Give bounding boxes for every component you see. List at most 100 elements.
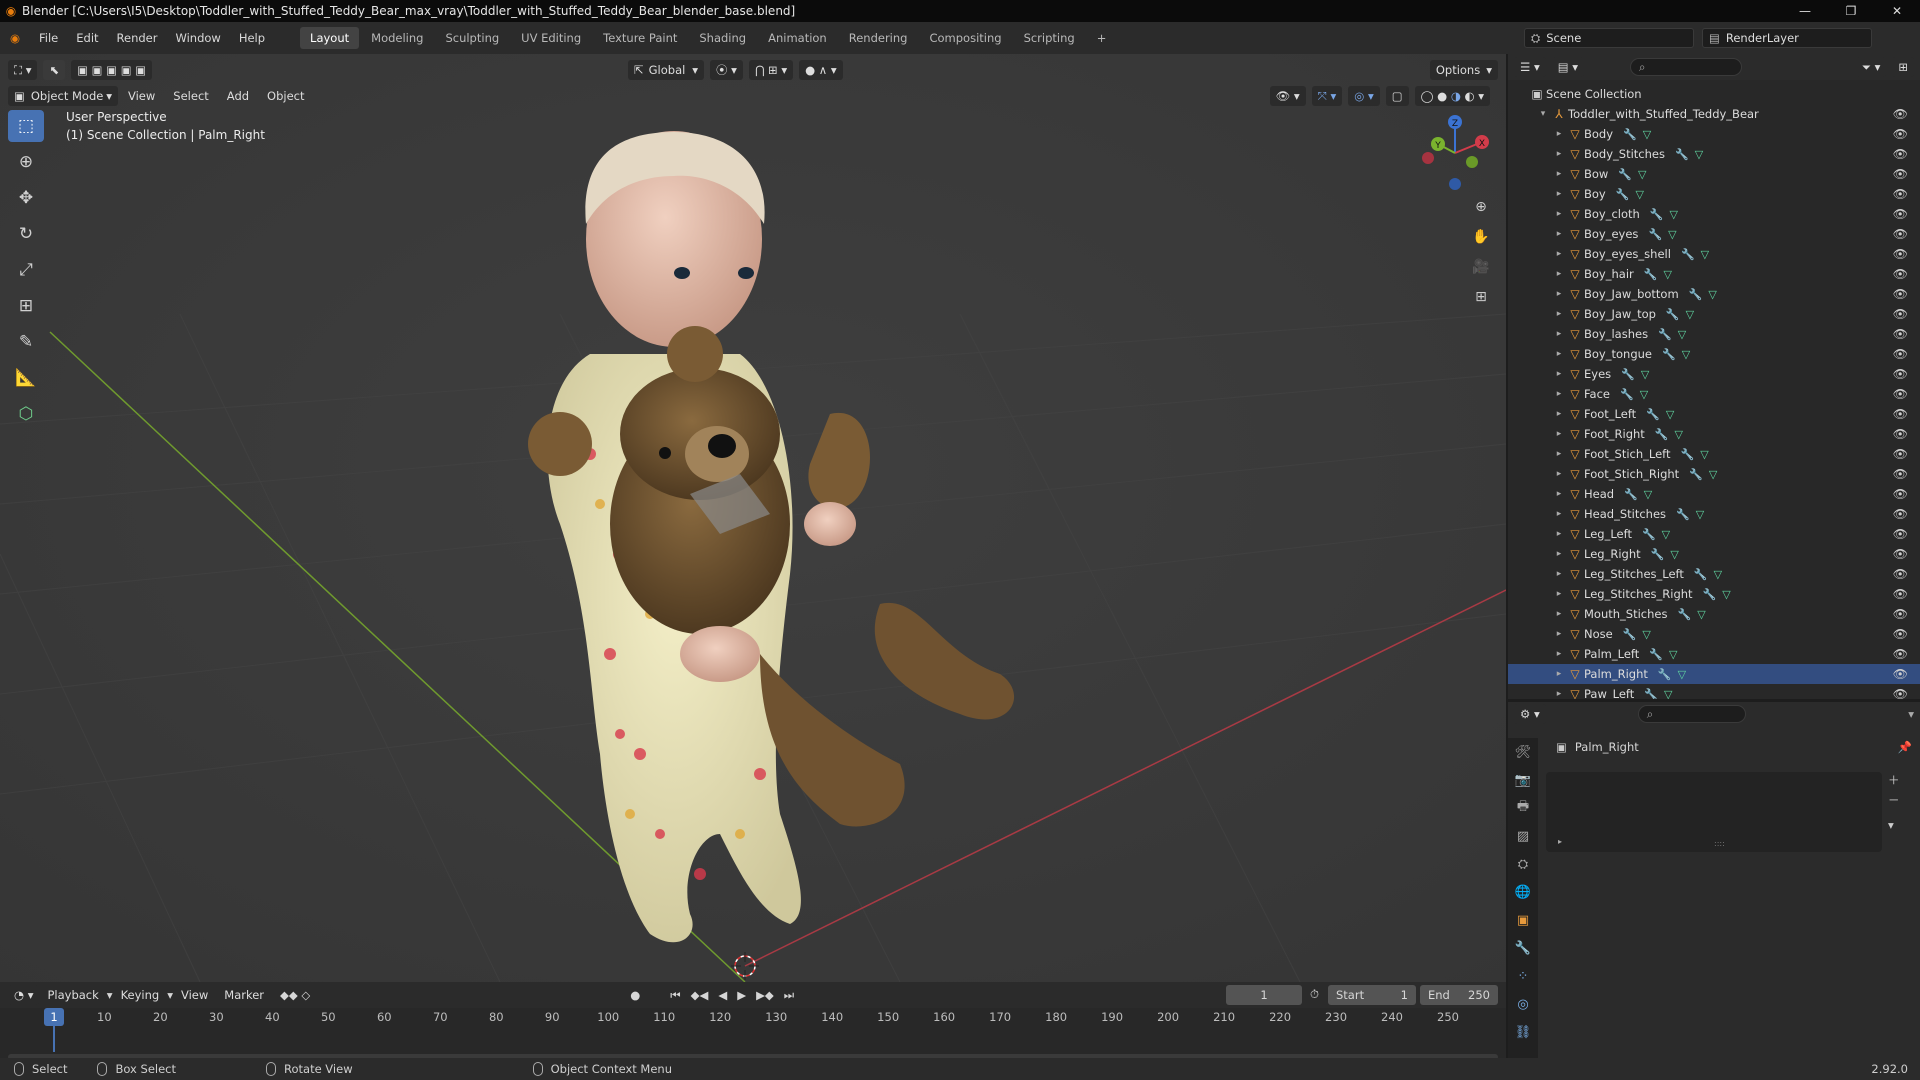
expand-triangle-icon[interactable]: ▸ <box>1552 489 1566 499</box>
tab-world[interactable]: 🌐 <box>1508 878 1538 906</box>
start-frame-field[interactable]: Start 1 <box>1328 985 1416 1005</box>
mesh-data-icon[interactable]: ▽ <box>1678 668 1686 681</box>
expand-triangle-icon[interactable]: ▸ <box>1552 289 1566 299</box>
select-tool-button[interactable]: ⬉ <box>43 60 66 80</box>
select-box-tool[interactable]: ⬚ <box>8 110 44 142</box>
navigation-gizmo[interactable]: Z X Y <box>1410 108 1500 198</box>
expand-triangle-icon[interactable]: ▸ <box>1552 549 1566 559</box>
tab-tool[interactable]: 🛠 <box>1508 738 1538 766</box>
tab-particles[interactable]: ⁘ <box>1508 962 1538 990</box>
modifier-wrench-icon[interactable]: 🔧 <box>1620 388 1634 401</box>
tab-modeling[interactable]: Modeling <box>361 27 433 49</box>
tab-compositing[interactable]: Compositing <box>919 27 1011 49</box>
eye-icon[interactable]: 👁 <box>1893 167 1908 181</box>
overlays-button[interactable]: ◎ ▾ <box>1348 86 1380 106</box>
expand-triangle-icon[interactable]: ▸ <box>1552 569 1566 579</box>
keyframe-icon[interactable]: ◆◆ ◇ <box>280 988 310 1002</box>
eye-icon[interactable]: 👁 <box>1893 267 1908 281</box>
cursor-tool[interactable]: ⊕ <box>8 146 44 178</box>
expand-triangle-icon[interactable]: ▸ <box>1558 837 1562 846</box>
outliner-item[interactable]: ▸ ▽ Palm_Right 🔧 ▽ 👁 <box>1508 664 1920 684</box>
expand-triangle-icon[interactable]: ▸ <box>1552 449 1566 459</box>
expand-triangle-icon[interactable]: ▸ <box>1552 269 1566 279</box>
menu-edit[interactable]: Edit <box>67 27 107 49</box>
mesh-data-icon[interactable]: ▽ <box>1670 548 1678 561</box>
outliner-item[interactable]: ▸ ▽ Boy_Jaw_bottom 🔧 ▽ 👁 <box>1508 284 1920 304</box>
eye-icon[interactable]: 👁 <box>1893 647 1908 661</box>
expand-triangle-icon[interactable]: ▸ <box>1552 669 1566 679</box>
properties-search-field[interactable]: ⌕ <box>1637 705 1746 723</box>
modifier-wrench-icon[interactable]: 🔧 <box>1644 268 1658 281</box>
modifier-wrench-icon[interactable]: 🔧 <box>1648 228 1662 241</box>
add-workspace-button[interactable]: + <box>1087 27 1117 49</box>
properties-editor-type[interactable]: ⚙ ▾ <box>1514 704 1546 724</box>
expand-triangle-icon[interactable]: ▸ <box>1552 209 1566 219</box>
tab-shading[interactable]: Shading <box>689 27 756 49</box>
mesh-data-icon[interactable]: ▽ <box>1701 248 1709 261</box>
add-slot-button[interactable]: ＋ <box>1888 772 1900 788</box>
expand-triangle-icon[interactable]: ▸ <box>1552 609 1566 619</box>
outliner-item[interactable]: ▸ ▽ Boy_Jaw_top 🔧 ▽ 👁 <box>1508 304 1920 324</box>
eye-icon[interactable]: 👁 <box>1893 587 1908 601</box>
outliner-item[interactable]: ▸ ▽ Leg_Right 🔧 ▽ 👁 <box>1508 544 1920 564</box>
menu-window[interactable]: Window <box>166 27 229 49</box>
menu-add[interactable]: Add <box>219 86 257 106</box>
mesh-data-icon[interactable]: ▽ <box>1686 308 1694 321</box>
move-tool[interactable]: ✥ <box>8 182 44 214</box>
modifier-wrench-icon[interactable]: 🔧 <box>1676 508 1690 521</box>
tab-modifiers[interactable]: 🔧 <box>1508 934 1538 962</box>
modifier-wrench-icon[interactable]: 🔧 <box>1681 248 1695 261</box>
pan-button[interactable]: ✋ <box>1468 224 1494 250</box>
menu-keying[interactable]: Keying <box>113 985 168 1005</box>
scale-tool[interactable]: ⤢ <box>8 254 44 286</box>
mesh-data-icon[interactable]: ▽ <box>1641 368 1649 381</box>
stopwatch-icon[interactable]: ⏱ <box>1310 987 1319 1002</box>
snap-button[interactable]: ⋂ ⊞ ▾ <box>748 60 794 80</box>
outliner-item[interactable]: ▸ ▽ Paw_Left 🔧 ▽ 👁 <box>1508 684 1920 699</box>
timeline-track[interactable]: 10 20 30 40 50 60 70 80 90 100 110 120 130 140 150 160 1… <box>0 1008 1506 1060</box>
tab-render[interactable]: 📷 <box>1508 766 1538 794</box>
maximize-button[interactable]: ❐ <box>1828 0 1874 22</box>
mesh-data-icon[interactable]: ▽ <box>1664 688 1672 700</box>
modifier-wrench-icon[interactable]: 🔧 <box>1703 588 1717 601</box>
outliner-search-field[interactable]: ⌕ <box>1630 58 1743 76</box>
modifier-wrench-icon[interactable]: 🔧 <box>1655 428 1669 441</box>
outliner-item[interactable]: ▸ ▽ Body 🔧 ▽ 👁 <box>1508 124 1920 144</box>
tab-texture-paint[interactable]: Texture Paint <box>593 27 687 49</box>
timeline-editor-type[interactable]: ◔ ▾ <box>8 985 40 1005</box>
outliner-editor-type[interactable]: ☰ ▾ <box>1514 57 1546 77</box>
end-frame-field[interactable]: End 250 <box>1420 985 1498 1005</box>
expand-triangle-icon[interactable]: ▸ <box>1552 649 1566 659</box>
mode-dropdown[interactable]: ▣ Object Mode ▾ <box>8 86 118 106</box>
outliner-item[interactable]: ▸ ▽ Foot_Stich_Left 🔧 ▽ 👁 <box>1508 444 1920 464</box>
modifier-wrench-icon[interactable]: 🔧 <box>1623 628 1637 641</box>
eye-icon[interactable]: 👁 <box>1893 627 1908 641</box>
expand-triangle-icon[interactable]: ▸ <box>1552 369 1566 379</box>
mesh-data-icon[interactable]: ▽ <box>1669 648 1677 661</box>
gizmo-toggle-button[interactable]: ⤧ ▾ <box>1311 86 1343 106</box>
outliner-item[interactable]: ▸ ▽ Body_Stitches 🔧 ▽ 👁 <box>1508 144 1920 164</box>
expand-triangle-icon[interactable]: ▸ <box>1552 329 1566 339</box>
expand-triangle-icon[interactable]: ▸ <box>1552 689 1566 699</box>
outliner-item[interactable]: ▸ ▽ Foot_Left 🔧 ▽ 👁 <box>1508 404 1920 424</box>
mesh-data-icon[interactable]: ▽ <box>1722 588 1730 601</box>
outliner-item[interactable]: ▸ ▽ Head 🔧 ▽ 👁 <box>1508 484 1920 504</box>
modifier-wrench-icon[interactable]: 🔧 <box>1658 668 1672 681</box>
eye-icon[interactable]: 👁 <box>1893 347 1908 361</box>
mesh-data-icon[interactable]: ▽ <box>1642 628 1650 641</box>
expand-triangle-icon[interactable]: ▸ <box>1552 249 1566 259</box>
eye-icon[interactable]: 👁 <box>1893 527 1908 541</box>
tab-scene[interactable]: ⛭ <box>1508 850 1538 878</box>
tab-object[interactable]: ▣ <box>1508 906 1538 934</box>
new-collection-button[interactable]: ⊞ <box>1892 57 1914 77</box>
expand-triangle-icon[interactable]: ▸ <box>1552 629 1566 639</box>
tab-layout[interactable]: Layout <box>300 27 360 49</box>
mesh-data-icon[interactable]: ▽ <box>1709 468 1717 481</box>
tab-sculpting[interactable]: Sculpting <box>435 27 509 49</box>
menu-view[interactable]: View <box>120 86 163 106</box>
expand-triangle-icon[interactable]: ▸ <box>1552 589 1566 599</box>
mesh-data-icon[interactable]: ▽ <box>1675 428 1683 441</box>
measure-tool[interactable]: 📐 <box>8 362 44 394</box>
eye-icon[interactable]: 👁 <box>1893 407 1908 421</box>
chevron-down-icon[interactable]: ▾ <box>1908 707 1914 721</box>
